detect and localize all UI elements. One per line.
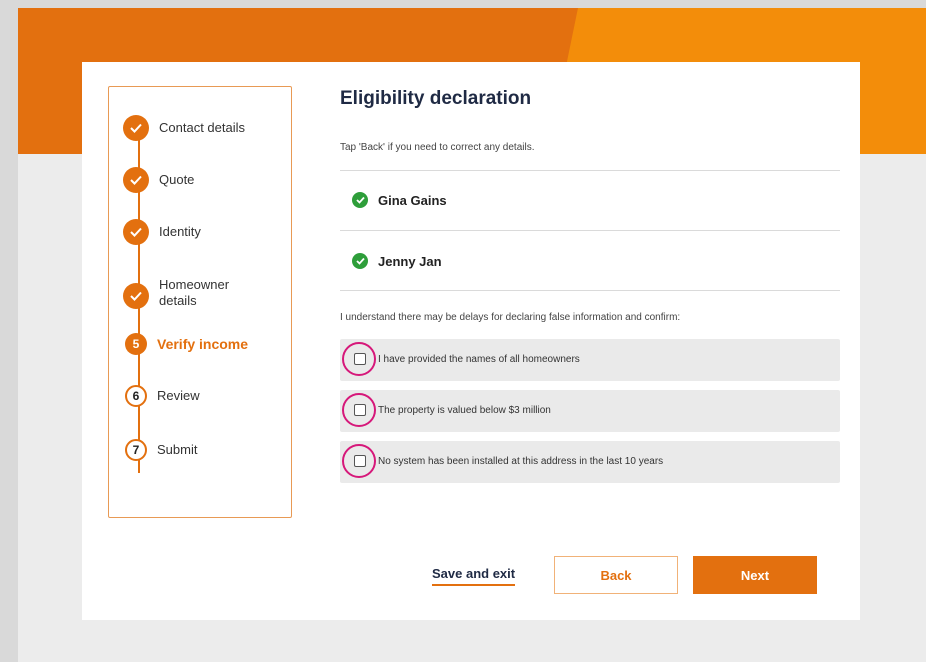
confirmation-label: I have provided the names of all homeown… xyxy=(378,354,580,365)
step-label: Verify income xyxy=(157,336,249,352)
back-button[interactable]: Back xyxy=(554,556,678,594)
step-label: Review xyxy=(157,388,200,403)
step-submit: 7 Submit xyxy=(123,439,197,461)
declaration-intro: I understand there may be delays for dec… xyxy=(340,312,681,323)
form-card: Contact details Quote Identity Homeowner… xyxy=(82,62,860,620)
step-verify-income: 5 Verify income xyxy=(123,333,248,355)
check-icon xyxy=(123,167,149,193)
step-quote: Quote xyxy=(123,167,194,193)
homeowner-name: Jenny Jan xyxy=(378,253,442,269)
check-icon xyxy=(123,283,149,309)
step-contact-details: Contact details xyxy=(123,115,245,141)
highlight-ring xyxy=(342,393,376,427)
step-number: 6 xyxy=(125,385,147,407)
confirmation-row[interactable]: No system has been installed at this add… xyxy=(340,441,840,483)
step-review: 6 Review xyxy=(123,385,200,407)
back-hint: Tap 'Back' if you need to correct any de… xyxy=(340,142,535,153)
step-label: Quote xyxy=(159,172,195,187)
next-button[interactable]: Next xyxy=(693,556,817,594)
divider xyxy=(340,230,840,231)
homeowner-item: Jenny Jan xyxy=(352,253,442,269)
check-icon xyxy=(123,219,149,245)
confirmation-row[interactable]: The property is valued below $3 million xyxy=(340,390,840,432)
highlight-ring xyxy=(342,444,376,478)
step-identity: Identity xyxy=(123,219,201,245)
page-background: Contact details Quote Identity Homeowner… xyxy=(18,8,926,662)
divider xyxy=(340,290,840,291)
step-label: Contact details xyxy=(159,120,245,135)
page-title: Eligibility declaration xyxy=(340,88,532,109)
progress-stepper: Contact details Quote Identity Homeowner… xyxy=(108,86,292,518)
step-label: Submit xyxy=(157,442,198,457)
divider xyxy=(340,170,840,171)
step-homeowner-details: Homeowner details xyxy=(123,277,239,309)
step-number: 7 xyxy=(125,439,147,461)
confirmation-label: No system has been installed at this add… xyxy=(378,456,664,467)
confirmation-row[interactable]: I have provided the names of all homeown… xyxy=(340,339,840,381)
check-circle-icon xyxy=(352,192,368,208)
confirmation-label: The property is valued below $3 million xyxy=(378,405,551,416)
check-circle-icon xyxy=(352,253,368,269)
save-and-exit-link[interactable]: Save and exit xyxy=(432,566,516,586)
step-label: Homeowner details xyxy=(159,277,230,308)
highlight-ring xyxy=(342,342,376,376)
step-number: 5 xyxy=(125,333,147,355)
step-label: Identity xyxy=(159,224,201,239)
check-icon xyxy=(123,115,149,141)
homeowner-name: Gina Gains xyxy=(378,192,447,208)
homeowner-item: Gina Gains xyxy=(352,192,447,208)
